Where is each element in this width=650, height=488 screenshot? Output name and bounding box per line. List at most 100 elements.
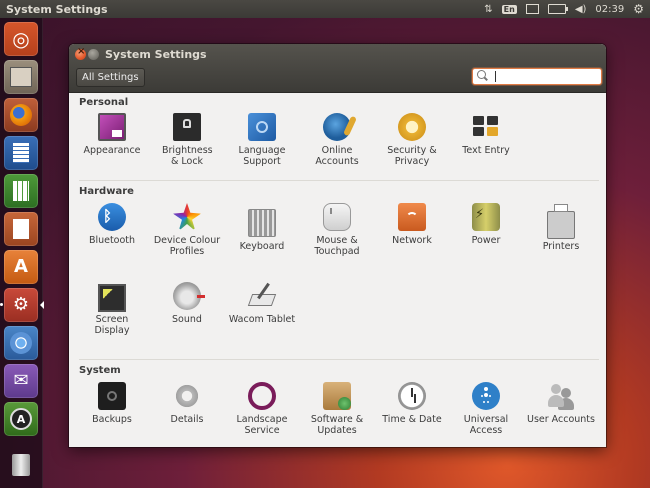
item-label: Backups: [92, 414, 132, 425]
firefox-launcher-button[interactable]: [4, 98, 38, 132]
top-panel: System Settings ⇅ En ◀) 02:39 ⚙: [0, 0, 650, 18]
text-entry-icon: [472, 113, 500, 141]
launcher: ◎ A ⚙ ✉ A: [0, 18, 44, 488]
section-title-hardware: Hardware: [79, 186, 134, 197]
chromium-icon: [10, 332, 32, 354]
settings-item-brightness-lock[interactable]: Brightness & Lock: [150, 113, 224, 167]
active-indicator: [40, 301, 44, 309]
item-label: Language Support: [238, 145, 286, 167]
updater-launcher-button[interactable]: A: [4, 402, 38, 436]
all-settings-button[interactable]: All Settings: [76, 68, 145, 87]
software-center-launcher-button[interactable]: A: [4, 250, 38, 284]
item-label: User Accounts: [527, 414, 595, 425]
text-cursor: [495, 71, 496, 82]
screen-display-icon: [98, 284, 126, 312]
item-label: Keyboard: [239, 241, 285, 252]
document-icon: [13, 143, 29, 163]
settings-item-backups[interactable]: Backups: [75, 382, 149, 425]
backups-icon: [98, 382, 126, 410]
settings-item-security-privacy[interactable]: Security & Privacy: [375, 113, 449, 167]
indicator-area: ⇅ En ◀) 02:39 ⚙: [484, 2, 650, 16]
mail-icon[interactable]: [525, 4, 539, 14]
item-label: Network: [392, 235, 432, 246]
empathy-launcher-button[interactable]: ✉: [4, 364, 38, 398]
settings-item-bluetooth[interactable]: Bluetooth: [75, 203, 149, 246]
settings-content: Personal Appearance Brightness & Lock La…: [69, 93, 606, 447]
settings-item-details[interactable]: Details: [150, 382, 224, 425]
chromium-launcher-button[interactable]: [4, 326, 38, 360]
window-titlebar[interactable]: System Settings All Settings: [69, 44, 606, 93]
details-gear-icon: [173, 382, 201, 410]
item-label: Universal Access: [463, 414, 509, 436]
color-profiles-icon: [173, 203, 201, 231]
window-title: System Settings: [105, 48, 207, 61]
online-accounts-icon: [323, 113, 351, 141]
item-label: Details: [170, 414, 204, 425]
clock-icon: [398, 382, 426, 410]
keyboard-layout-indicator[interactable]: En: [501, 4, 517, 14]
trash-launcher-button[interactable]: [4, 448, 38, 482]
settings-item-keyboard[interactable]: Keyboard: [225, 203, 299, 252]
settings-item-wacom-tablet[interactable]: Wacom Tablet: [225, 282, 299, 325]
appearance-icon: [98, 113, 126, 141]
section-divider: [79, 180, 599, 181]
firefox-icon: [10, 104, 32, 126]
item-label: Text Entry: [462, 145, 510, 156]
section-divider: [79, 359, 599, 360]
settings-item-sound[interactable]: Sound: [150, 282, 224, 325]
item-label: Wacom Tablet: [228, 314, 296, 325]
top-panel-title: System Settings: [6, 2, 108, 16]
settings-item-online-accounts[interactable]: Online Accounts: [300, 113, 374, 167]
updater-icon: A: [10, 408, 32, 430]
security-privacy-icon: [398, 113, 426, 141]
search-input[interactable]: [472, 68, 602, 85]
ubuntu-logo-icon: ◎: [12, 27, 30, 51]
writer-launcher-button[interactable]: [4, 136, 38, 170]
settings-item-mouse-touchpad[interactable]: Mouse & Touchpad: [300, 203, 374, 257]
clock[interactable]: 02:39: [595, 4, 624, 15]
minimize-icon[interactable]: [88, 49, 99, 60]
spreadsheet-icon: [13, 181, 29, 201]
settings-item-language-support[interactable]: Language Support: [225, 113, 299, 167]
system-settings-launcher-button[interactable]: ⚙: [0, 288, 44, 322]
settings-item-user-accounts[interactable]: User Accounts: [524, 382, 598, 425]
system-settings-window: System Settings All Settings Personal Ap…: [69, 44, 606, 447]
item-label: Software & Updates: [310, 414, 364, 436]
network-transfer-icon[interactable]: ⇅: [484, 4, 492, 15]
item-label: Printers: [542, 241, 580, 252]
battery-icon[interactable]: [547, 4, 568, 14]
settings-item-network[interactable]: Network: [375, 203, 449, 246]
settings-item-device-colour-profiles[interactable]: Device Colour Profiles: [150, 203, 224, 257]
settings-item-power[interactable]: Power: [449, 203, 523, 246]
settings-item-universal-access[interactable]: Universal Access: [449, 382, 523, 436]
section-title-system: System: [79, 365, 121, 376]
calc-launcher-button[interactable]: [4, 174, 38, 208]
keyboard-icon: [248, 209, 276, 237]
session-gear-icon[interactable]: ⚙: [633, 2, 644, 16]
bluetooth-icon: [98, 203, 126, 231]
settings-item-time-date[interactable]: Time & Date: [375, 382, 449, 425]
files-launcher-button[interactable]: [4, 60, 38, 94]
volume-icon[interactable]: ◀): [575, 4, 587, 15]
impress-launcher-button[interactable]: [4, 212, 38, 246]
section-title-personal: Personal: [79, 97, 129, 108]
printer-icon: [547, 204, 575, 239]
shopping-bag-icon: A: [14, 256, 28, 277]
settings-item-screen-display[interactable]: Screen Display: [75, 282, 149, 336]
item-label: Brightness & Lock: [162, 145, 213, 167]
sound-icon: [173, 282, 205, 310]
wacom-tablet-icon: [248, 282, 276, 310]
gear-wrench-icon: ⚙: [12, 294, 30, 315]
presentation-icon: [13, 219, 29, 239]
dash-home-button[interactable]: ◎: [4, 22, 38, 56]
software-updates-icon: [323, 382, 351, 410]
landscape-icon: [248, 382, 276, 410]
settings-item-text-entry[interactable]: Text Entry: [449, 113, 523, 156]
settings-item-appearance[interactable]: Appearance: [75, 113, 149, 156]
language-support-icon: [248, 113, 276, 141]
settings-item-printers[interactable]: Printers: [524, 203, 598, 252]
settings-item-landscape-service[interactable]: Landscape Service: [225, 382, 299, 436]
close-icon[interactable]: [75, 46, 86, 60]
item-label: Sound: [172, 314, 202, 325]
settings-item-software-updates[interactable]: Software & Updates: [300, 382, 374, 436]
